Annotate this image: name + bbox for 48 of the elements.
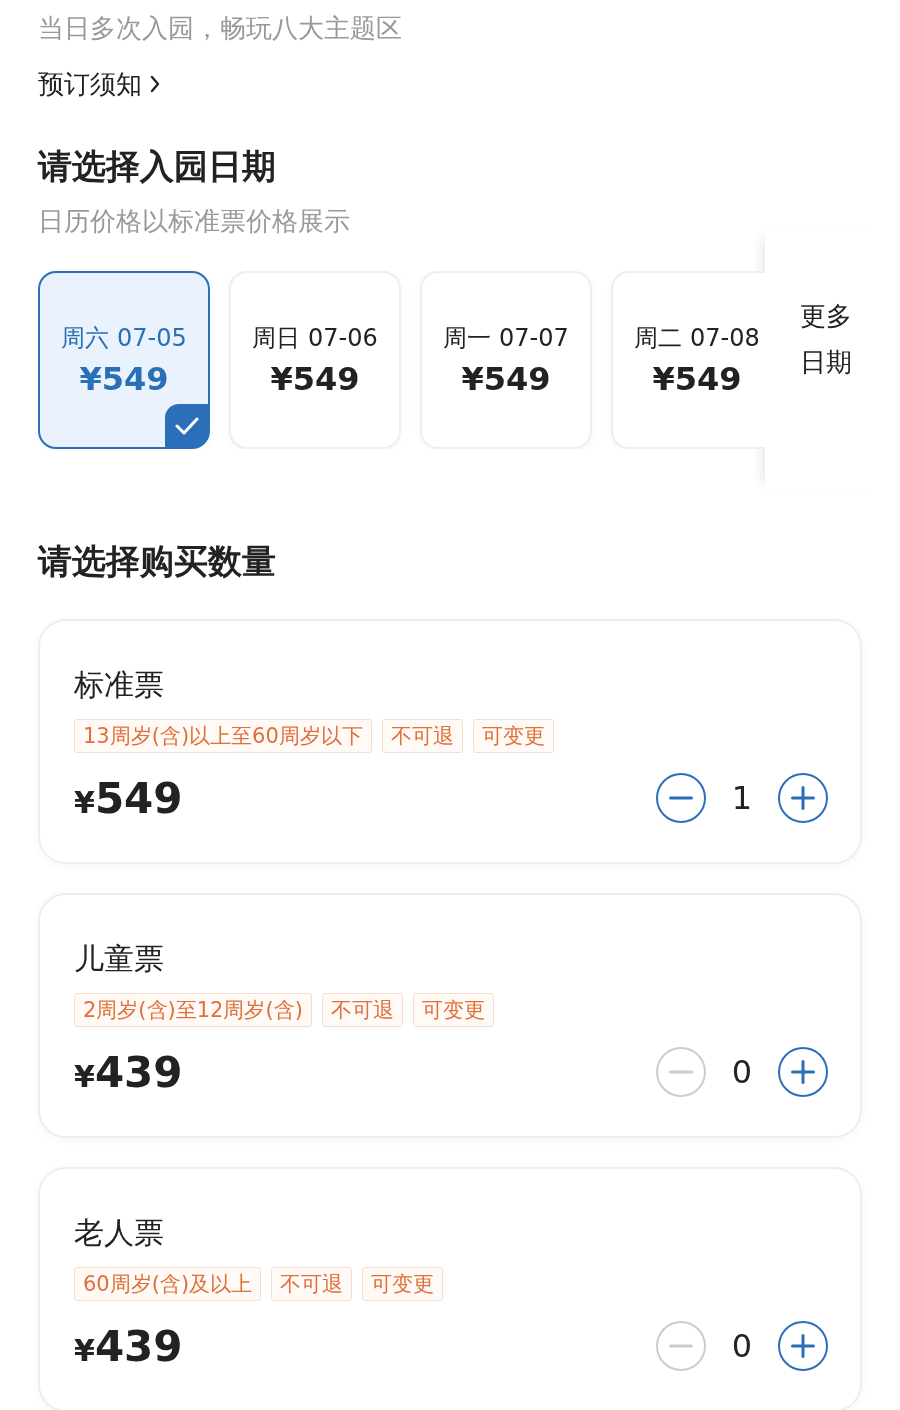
date-card[interactable]: 周六 07-05 ¥549 <box>38 271 210 449</box>
section-title: 请选择购买数量 <box>38 540 277 583</box>
ticket-name: 儿童票 <box>74 940 165 978</box>
date-price: ¥549 <box>270 360 360 398</box>
date-label: 周二 07-08 <box>634 323 760 354</box>
ticket-price: ¥439 <box>74 1047 183 1097</box>
ticket-tag: 2周岁(含)至12周岁(含) <box>74 993 312 1027</box>
date-card[interactable]: 周二 07-08 ¥549 <box>611 271 765 449</box>
quantity-value: 1 <box>730 779 754 817</box>
date-label: 周一 07-07 <box>443 323 569 354</box>
booking-notice-link[interactable]: 预订须知 <box>38 64 160 104</box>
ticket-name: 老人票 <box>74 1214 165 1252</box>
date-label: 周日 07-06 <box>252 323 378 354</box>
date-price: ¥549 <box>79 360 169 398</box>
increment-button[interactable] <box>778 1047 828 1097</box>
date-card[interactable]: 周一 07-07 ¥549 <box>420 271 592 449</box>
minus-icon <box>669 1344 693 1348</box>
ticket-price: ¥549 <box>74 773 183 823</box>
ticket-tag: 不可退 <box>271 1267 353 1301</box>
date-price: ¥549 <box>652 360 742 398</box>
ticket-tag: 可变更 <box>472 719 554 753</box>
date-price: ¥549 <box>461 360 551 398</box>
minus-icon <box>669 796 693 800</box>
ticket-tag: 可变更 <box>362 1267 444 1301</box>
increment-button[interactable] <box>778 1321 828 1371</box>
plus-icon <box>791 786 815 810</box>
ticket-name: 标准票 <box>74 666 165 704</box>
increment-button[interactable] <box>778 773 828 823</box>
ticket-tag: 60周岁(含)及以上 <box>74 1267 262 1301</box>
plus-icon <box>791 1334 815 1358</box>
ticket-tag: 可变更 <box>412 993 494 1027</box>
date-card[interactable]: 周日 07-06 ¥549 <box>229 271 401 449</box>
section-subtitle: 日历价格以标准票价格展示 <box>38 205 351 238</box>
quantity-value: 0 <box>730 1327 754 1365</box>
decrement-button[interactable] <box>656 773 706 823</box>
plus-icon <box>791 1060 815 1084</box>
date-label: 周六 07-05 <box>61 323 187 354</box>
section-title: 请选择入园日期 <box>38 145 277 188</box>
quantity-value: 0 <box>730 1053 754 1091</box>
ticket-tag: 不可退 <box>381 719 463 753</box>
ticket-tag: 13周岁(含)以上至60周岁以下 <box>74 719 372 753</box>
intro-text: 当日多次入园，畅玩八大主题区 <box>38 12 403 45</box>
minus-icon <box>669 1070 693 1074</box>
chevron-right-icon <box>150 75 160 93</box>
ticket-tag: 不可退 <box>321 993 403 1027</box>
check-badge-icon <box>165 404 209 448</box>
more-dates-link[interactable]: 更多日期 <box>800 293 852 385</box>
ticket-price: ¥439 <box>74 1321 183 1371</box>
